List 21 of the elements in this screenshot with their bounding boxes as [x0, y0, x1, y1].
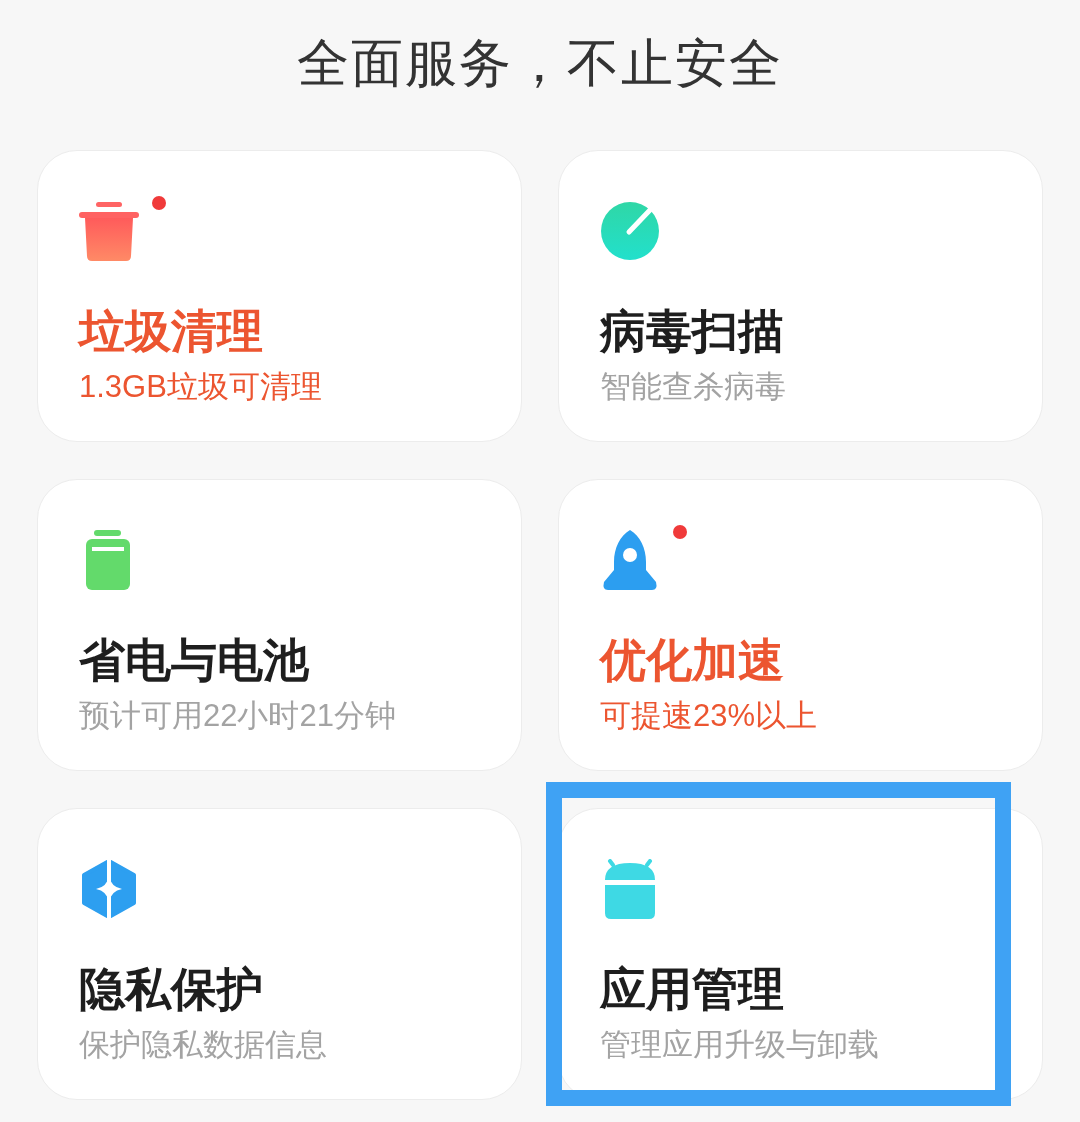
card-subtitle: 预计可用22小时21分钟 [79, 696, 396, 734]
card-title: 优化加速 [600, 633, 784, 689]
service-card[interactable]: 优化加速 可提速23%以上 [558, 479, 1043, 772]
card-subtitle: 1.3GB垃圾可清理 [79, 367, 322, 405]
card-subtitle: 可提速23%以上 [600, 696, 818, 734]
hexagon-sparkle-icon [79, 859, 139, 920]
card-title: 隐私保护 [79, 962, 263, 1018]
card-title: 省电与电池 [79, 633, 309, 689]
card-title: 病毒扫描 [600, 304, 784, 360]
page-title: 全面服务，不止安全 [297, 33, 783, 94]
card-subtitle: 管理应用升级与卸载 [600, 1025, 879, 1063]
gauge-dial-icon [600, 201, 660, 262]
card-subtitle: 智能查杀病毒 [600, 367, 786, 405]
service-card[interactable]: 垃圾清理 1.3GB垃圾可清理 [37, 150, 522, 443]
card-title: 垃圾清理 [79, 304, 263, 360]
card-subtitle: 保护隐私数据信息 [79, 1025, 327, 1063]
service-card[interactable]: 省电与电池 预计可用22小时21分钟 [37, 479, 522, 772]
service-card[interactable]: 隐私保护 保护隐私数据信息 [37, 808, 522, 1101]
card-title: 应用管理 [600, 962, 784, 1018]
trash-bin-icon [79, 201, 139, 262]
service-card[interactable]: 病毒扫描 智能查杀病毒 [558, 150, 1043, 443]
